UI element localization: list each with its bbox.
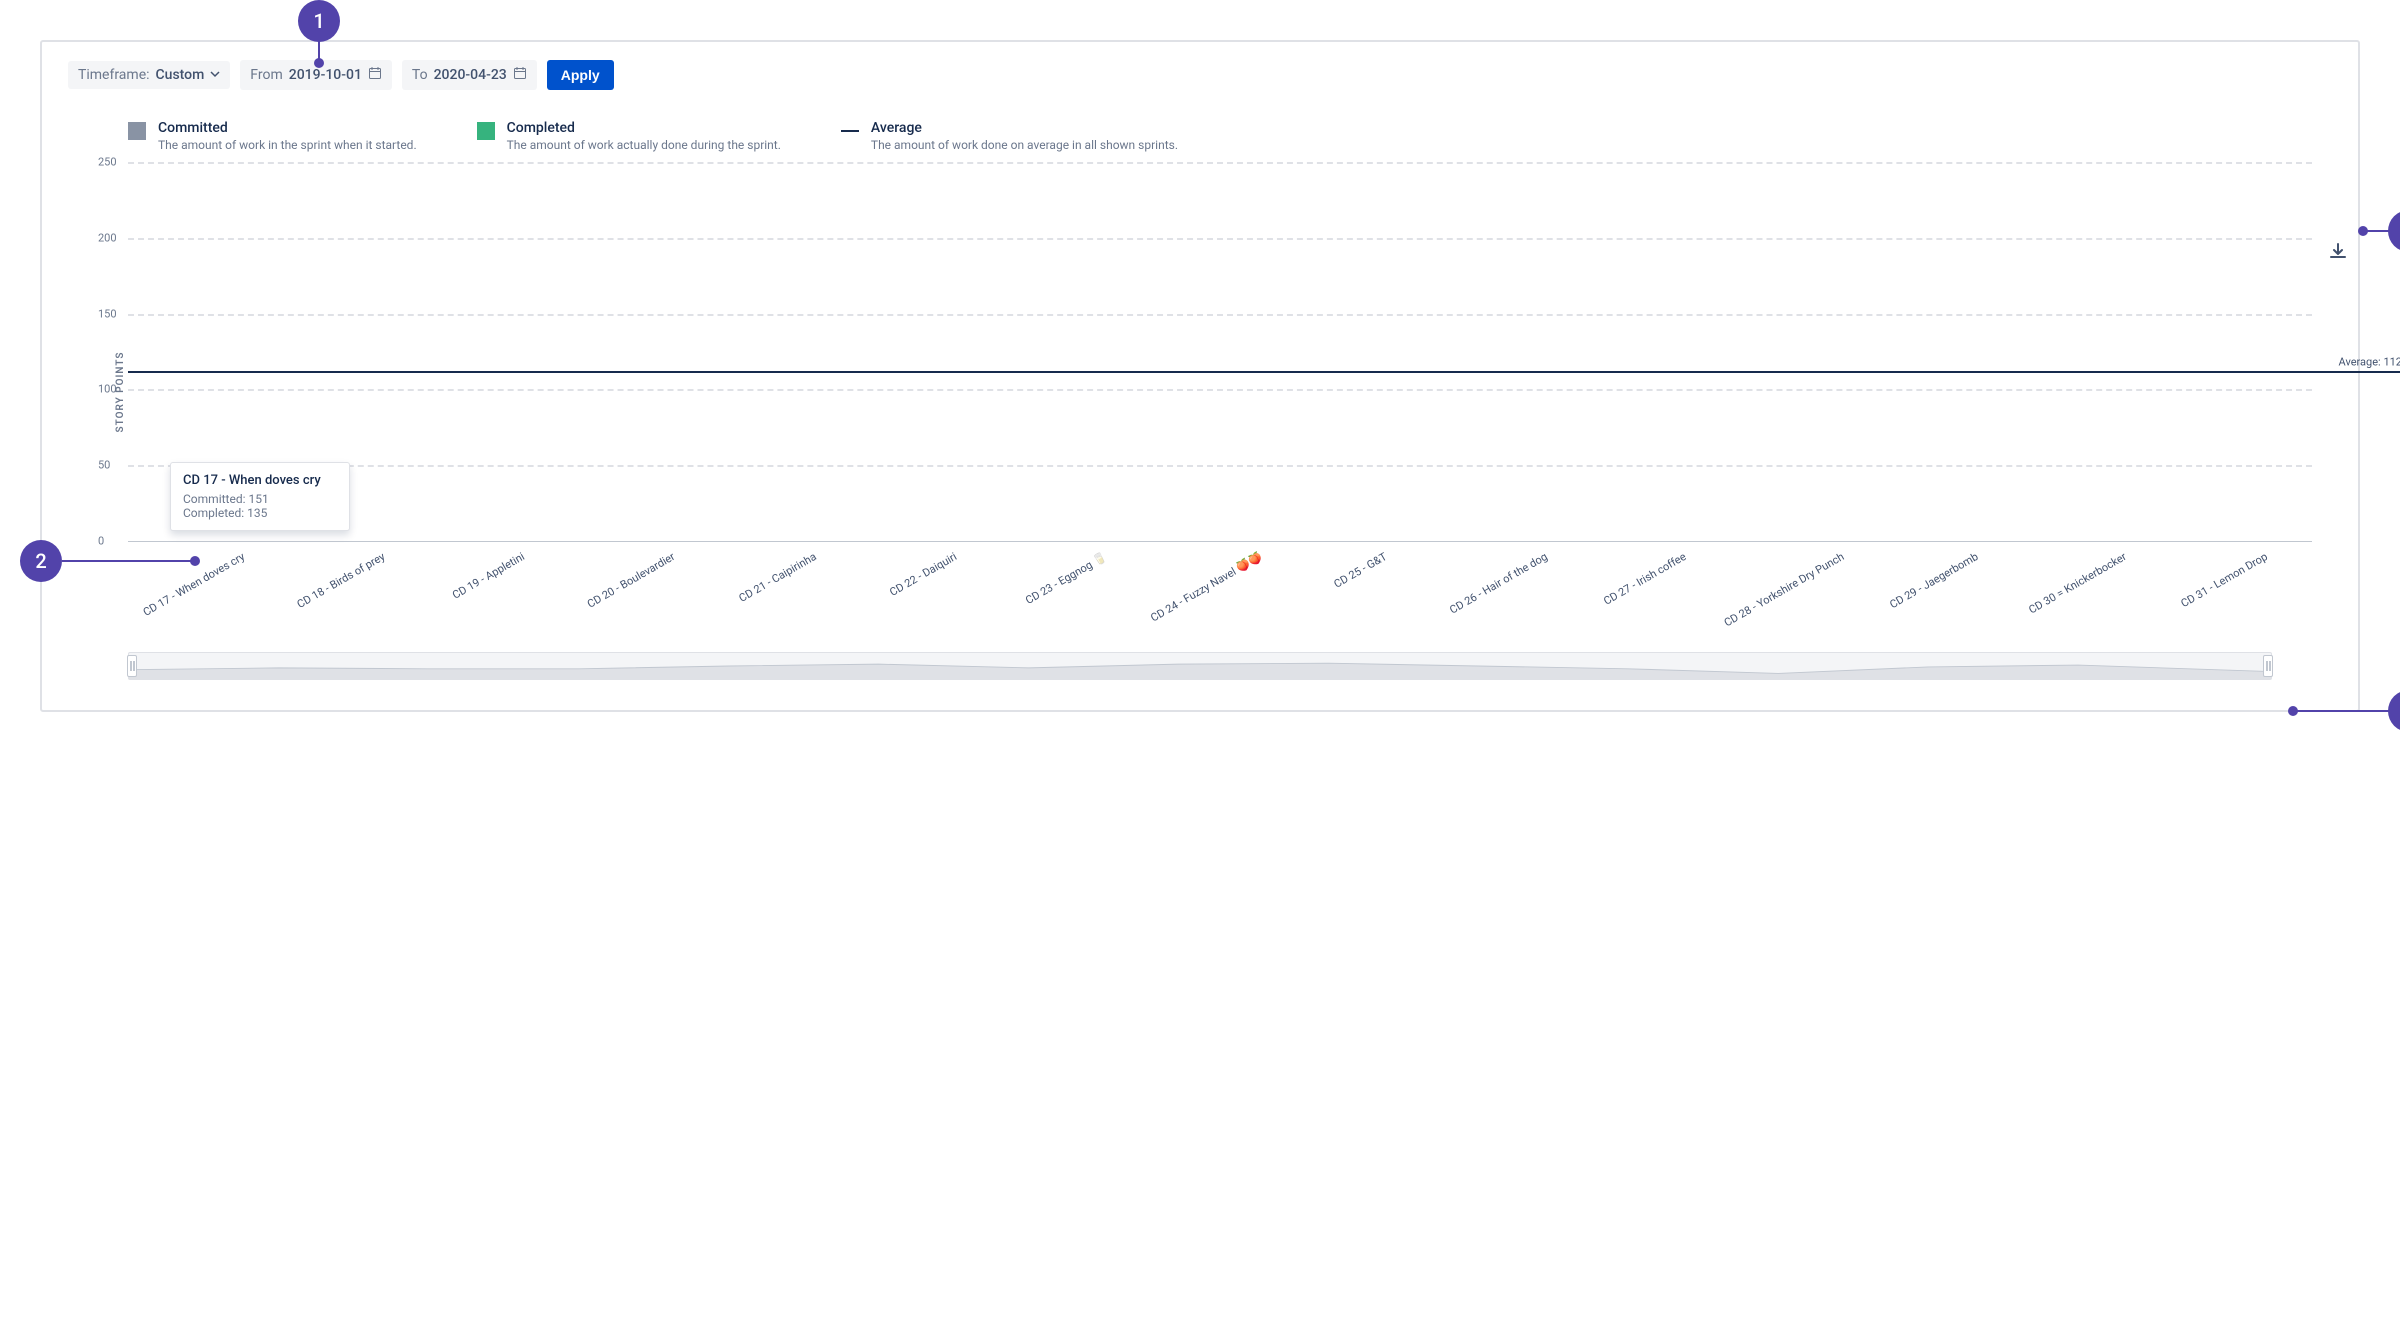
legend-item-average: Average The amount of work done on avera… bbox=[841, 120, 1178, 152]
line-swatch-icon bbox=[841, 122, 859, 140]
calendar-icon bbox=[513, 66, 527, 84]
annotation-badge-3: 3 bbox=[2388, 210, 2400, 252]
tooltip-row: Completed: 135 bbox=[183, 506, 337, 520]
annotation-line bbox=[318, 40, 320, 60]
chart-tooltip: CD 17 - When doves cry Committed: 151 Co… bbox=[170, 462, 350, 531]
chart-plot-area[interactable]: Average: 112 050100150200250 bbox=[128, 162, 2312, 542]
calendar-icon bbox=[368, 66, 382, 84]
chevron-down-icon bbox=[210, 67, 220, 83]
to-date-input[interactable]: To 2020-04-23 bbox=[402, 60, 537, 90]
scrubber-handle-left[interactable] bbox=[127, 655, 137, 677]
chart-legend: Committed The amount of work in the spri… bbox=[128, 120, 2332, 152]
annotation-line bbox=[62, 560, 192, 562]
scrubber-handle-right[interactable] bbox=[2263, 655, 2273, 677]
y-tick-label: 200 bbox=[98, 231, 117, 244]
annotation-badge-2: 2 bbox=[20, 540, 62, 582]
x-tick-label: CD 25 - G&T bbox=[1331, 550, 1388, 591]
x-tick-label: CD 21 - Caipirinha bbox=[736, 550, 818, 605]
apply-button[interactable]: Apply bbox=[547, 60, 614, 90]
annotation-line bbox=[2295, 710, 2390, 712]
chart-range-scrubber[interactable] bbox=[128, 652, 2272, 680]
velocity-chart: STORY POINTS Average: 112 05010015020025… bbox=[128, 162, 2312, 622]
x-tick-label: CD 22 - Daiquiri bbox=[888, 550, 960, 599]
x-tick-label: CD 30 = Knickerbocker bbox=[2026, 550, 2128, 617]
x-tick-label: CD 31 - Lemon Drop bbox=[2178, 550, 2269, 610]
y-tick-label: 100 bbox=[98, 383, 117, 396]
velocity-report-panel: Timeframe: Custom From 2019-10-01 To 202… bbox=[40, 40, 2360, 712]
y-tick-label: 50 bbox=[98, 459, 110, 472]
legend-label: Committed bbox=[158, 120, 417, 136]
report-toolbar: Timeframe: Custom From 2019-10-01 To 202… bbox=[68, 60, 2332, 90]
annotation-badge-1: 1 bbox=[298, 0, 340, 42]
timeframe-dropdown[interactable]: Timeframe: Custom bbox=[68, 61, 230, 89]
download-icon[interactable] bbox=[2328, 242, 2348, 266]
x-tick-label: CD 28 - Yorkshire Dry Punch bbox=[1722, 550, 1847, 629]
x-tick-label: CD 23 - Eggnog 🥛 bbox=[1023, 550, 1109, 607]
legend-description: The amount of work in the sprint when it… bbox=[158, 138, 417, 152]
x-tick-label: CD 19 - Appletini bbox=[450, 550, 527, 602]
x-tick-label: CD 27 - Irish coffee bbox=[1602, 550, 1689, 608]
legend-item-completed: Completed The amount of work actually do… bbox=[477, 120, 781, 152]
annotation-dot bbox=[314, 58, 324, 68]
x-tick-label: CD 24 - Fuzzy Navel 🍑🍑 bbox=[1148, 550, 1264, 625]
annotation-badge-4: 4 bbox=[2388, 690, 2400, 732]
tooltip-title: CD 17 - When doves cry bbox=[183, 473, 337, 488]
tooltip-row: Committed: 151 bbox=[183, 492, 337, 506]
legend-item-committed: Committed The amount of work in the spri… bbox=[128, 120, 417, 152]
x-tick-label: CD 26 - Hair of the dog bbox=[1447, 550, 1549, 617]
x-tick-label: CD 29 - Jaegerbomb bbox=[1887, 550, 1980, 611]
y-axis-label: STORY POINTS bbox=[115, 351, 126, 432]
annotation-dot bbox=[2358, 226, 2368, 236]
annotation-dot bbox=[2288, 706, 2298, 716]
y-tick-label: 0 bbox=[98, 535, 104, 548]
y-tick-label: 250 bbox=[98, 156, 117, 169]
y-tick-label: 150 bbox=[98, 307, 117, 320]
swatch-icon bbox=[128, 122, 146, 140]
legend-description: The amount of work done on average in al… bbox=[871, 138, 1178, 152]
legend-description: The amount of work actually done during … bbox=[507, 138, 781, 152]
swatch-icon bbox=[477, 122, 495, 140]
legend-label: Completed bbox=[507, 120, 781, 136]
legend-label: Average bbox=[871, 120, 1178, 136]
annotation-dot bbox=[190, 556, 200, 566]
x-tick-label: CD 20 - Boulevardier bbox=[585, 550, 677, 611]
x-tick-label: CD 18 - Birds of prey bbox=[295, 550, 388, 611]
average-line-label: Average: 112 bbox=[2339, 356, 2400, 369]
average-line bbox=[128, 371, 2400, 373]
x-axis-labels: CD 17 - When doves cryCD 18 - Birds of p… bbox=[128, 542, 2312, 622]
